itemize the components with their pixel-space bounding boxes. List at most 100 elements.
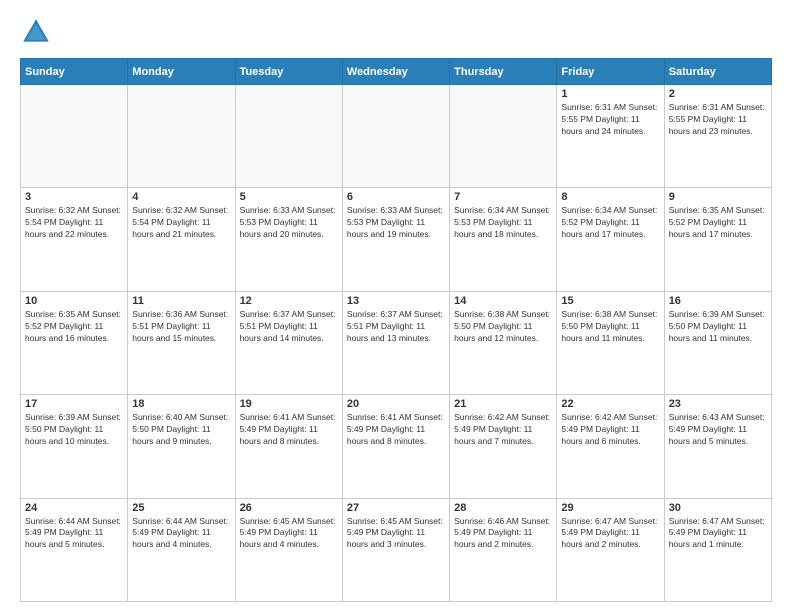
weekday-header-saturday: Saturday: [664, 59, 771, 85]
day-number: 5: [240, 191, 338, 203]
day-info: Sunrise: 6:35 AM Sunset: 5:52 PM Dayligh…: [669, 205, 767, 241]
calendar-cell: 22 Sunrise: 6:42 AM Sunset: 5:49 PM Dayli…: [557, 395, 664, 498]
day-number: 3: [25, 191, 123, 203]
day-number: 9: [669, 191, 767, 203]
day-info: Sunrise: 6:33 AM Sunset: 5:53 PM Dayligh…: [240, 205, 338, 241]
day-number: 17: [25, 398, 123, 410]
day-info: Sunrise: 6:42 AM Sunset: 5:49 PM Dayligh…: [454, 412, 552, 448]
calendar-table: SundayMondayTuesdayWednesdayThursdayFrid…: [20, 58, 772, 602]
day-info: Sunrise: 6:34 AM Sunset: 5:52 PM Dayligh…: [561, 205, 659, 241]
day-info: Sunrise: 6:33 AM Sunset: 5:53 PM Dayligh…: [347, 205, 445, 241]
calendar-cell: 11Sunrise: 6:36 AM Sunset: 5:51 PM Dayli…: [128, 291, 235, 394]
day-info: Sunrise: 6:37 AM Sunset: 5:51 PM Dayligh…: [347, 309, 445, 345]
day-number: 29: [561, 502, 659, 514]
calendar-cell: 14Sunrise: 6:38 AM Sunset: 5:50 PM Dayli…: [450, 291, 557, 394]
day-info: Sunrise: 6:31 AM Sunset: 5:55 PM Dayligh…: [561, 102, 659, 138]
weekday-header-wednesday: Wednesday: [342, 59, 449, 85]
day-number: 12: [240, 295, 338, 307]
calendar-cell: 1 Sunrise: 6:31 AM Sunset: 5:55 PM Daylig…: [557, 85, 664, 188]
page: SundayMondayTuesdayWednesdayThursdayFrid…: [0, 0, 792, 612]
day-info: Sunrise: 6:32 AM Sunset: 5:54 PM Dayligh…: [25, 205, 123, 241]
calendar-cell: 19 Sunrise: 6:41 AM Sunset: 5:49 PM Dayli…: [235, 395, 342, 498]
calendar-cell: 17Sunrise: 6:39 AM Sunset: 5:50 PM Dayli…: [21, 395, 128, 498]
day-number: 25: [132, 502, 230, 514]
day-number: 26: [240, 502, 338, 514]
day-info: Sunrise: 6:42 AM Sunset: 5:49 PM Dayligh…: [561, 412, 659, 448]
day-number: 30: [669, 502, 767, 514]
calendar-cell: [128, 85, 235, 188]
day-number: 15: [561, 295, 659, 307]
calendar-cell: 21 Sunrise: 6:42 AM Sunset: 5:49 PM Dayli…: [450, 395, 557, 498]
day-number: 27: [347, 502, 445, 514]
day-number: 28: [454, 502, 552, 514]
day-number: 18: [132, 398, 230, 410]
day-number: 21: [454, 398, 552, 410]
calendar-cell: 30 Sunrise: 6:47 AM Sunset: 5:49 PM Dayli…: [664, 498, 771, 601]
day-info: Sunrise: 6:36 AM Sunset: 5:51 PM Dayligh…: [132, 309, 230, 345]
weekday-header-tuesday: Tuesday: [235, 59, 342, 85]
day-number: 14: [454, 295, 552, 307]
calendar-cell: 24 Sunrise: 6:44 AM Sunset: 5:49 PM Dayli…: [21, 498, 128, 601]
day-info: Sunrise: 6:39 AM Sunset: 5:50 PM Dayligh…: [669, 309, 767, 345]
calendar-cell: 6 Sunrise: 6:33 AM Sunset: 5:53 PM Daylig…: [342, 188, 449, 291]
day-info: Sunrise: 6:31 AM Sunset: 5:55 PM Dayligh…: [669, 102, 767, 138]
calendar-cell: 3 Sunrise: 6:32 AM Sunset: 5:54 PM Daylig…: [21, 188, 128, 291]
day-number: 22: [561, 398, 659, 410]
day-info: Sunrise: 6:45 AM Sunset: 5:49 PM Dayligh…: [347, 516, 445, 552]
calendar-cell: 9 Sunrise: 6:35 AM Sunset: 5:52 PM Daylig…: [664, 188, 771, 291]
calendar-week-3: 17Sunrise: 6:39 AM Sunset: 5:50 PM Dayli…: [21, 395, 772, 498]
day-number: 24: [25, 502, 123, 514]
weekday-header-row: SundayMondayTuesdayWednesdayThursdayFrid…: [21, 59, 772, 85]
day-info: Sunrise: 6:44 AM Sunset: 5:49 PM Dayligh…: [25, 516, 123, 552]
day-info: Sunrise: 6:41 AM Sunset: 5:49 PM Dayligh…: [240, 412, 338, 448]
calendar-cell: 28Sunrise: 6:46 AM Sunset: 5:49 PM Dayli…: [450, 498, 557, 601]
calendar-cell: 10 Sunrise: 6:35 AM Sunset: 5:52 PM Dayli…: [21, 291, 128, 394]
calendar-cell: 26 Sunrise: 6:45 AM Sunset: 5:49 PM Dayli…: [235, 498, 342, 601]
day-number: 16: [669, 295, 767, 307]
weekday-header-monday: Monday: [128, 59, 235, 85]
day-info: Sunrise: 6:34 AM Sunset: 5:53 PM Dayligh…: [454, 205, 552, 241]
day-info: Sunrise: 6:40 AM Sunset: 5:50 PM Dayligh…: [132, 412, 230, 448]
day-number: 4: [132, 191, 230, 203]
calendar-cell: 2 Sunrise: 6:31 AM Sunset: 5:55 PM Daylig…: [664, 85, 771, 188]
calendar-cell: 20Sunrise: 6:41 AM Sunset: 5:49 PM Dayli…: [342, 395, 449, 498]
day-info: Sunrise: 6:47 AM Sunset: 5:49 PM Dayligh…: [669, 516, 767, 552]
calendar-cell: 8 Sunrise: 6:34 AM Sunset: 5:52 PM Daylig…: [557, 188, 664, 291]
calendar-week-0: 1 Sunrise: 6:31 AM Sunset: 5:55 PM Daylig…: [21, 85, 772, 188]
day-info: Sunrise: 6:41 AM Sunset: 5:49 PM Dayligh…: [347, 412, 445, 448]
weekday-header-friday: Friday: [557, 59, 664, 85]
day-number: 7: [454, 191, 552, 203]
day-info: Sunrise: 6:32 AM Sunset: 5:54 PM Dayligh…: [132, 205, 230, 241]
calendar-cell: 12Sunrise: 6:37 AM Sunset: 5:51 PM Dayli…: [235, 291, 342, 394]
calendar-week-1: 3 Sunrise: 6:32 AM Sunset: 5:54 PM Daylig…: [21, 188, 772, 291]
calendar-cell: [450, 85, 557, 188]
logo-icon: [20, 16, 52, 48]
calendar-cell: 4 Sunrise: 6:32 AM Sunset: 5:54 PM Daylig…: [128, 188, 235, 291]
calendar-cell: 5 Sunrise: 6:33 AM Sunset: 5:53 PM Daylig…: [235, 188, 342, 291]
calendar-cell: 18 Sunrise: 6:40 AM Sunset: 5:50 PM Dayli…: [128, 395, 235, 498]
calendar-cell: 15Sunrise: 6:38 AM Sunset: 5:50 PM Dayli…: [557, 291, 664, 394]
day-number: 10: [25, 295, 123, 307]
day-number: 1: [561, 88, 659, 100]
day-info: Sunrise: 6:35 AM Sunset: 5:52 PM Dayligh…: [25, 309, 123, 345]
day-number: 13: [347, 295, 445, 307]
day-number: 6: [347, 191, 445, 203]
day-info: Sunrise: 6:45 AM Sunset: 5:49 PM Dayligh…: [240, 516, 338, 552]
day-info: Sunrise: 6:43 AM Sunset: 5:49 PM Dayligh…: [669, 412, 767, 448]
calendar-cell: 29 Sunrise: 6:47 AM Sunset: 5:49 PM Dayli…: [557, 498, 664, 601]
calendar-cell: 25Sunrise: 6:44 AM Sunset: 5:49 PM Dayli…: [128, 498, 235, 601]
logo: [20, 16, 58, 48]
day-number: 2: [669, 88, 767, 100]
calendar-cell: 16 Sunrise: 6:39 AM Sunset: 5:50 PM Dayli…: [664, 291, 771, 394]
day-number: 23: [669, 398, 767, 410]
calendar-week-2: 10 Sunrise: 6:35 AM Sunset: 5:52 PM Dayli…: [21, 291, 772, 394]
day-number: 8: [561, 191, 659, 203]
header: [20, 16, 772, 48]
calendar-week-4: 24 Sunrise: 6:44 AM Sunset: 5:49 PM Dayli…: [21, 498, 772, 601]
calendar-cell: [235, 85, 342, 188]
day-number: 19: [240, 398, 338, 410]
calendar-cell: 27 Sunrise: 6:45 AM Sunset: 5:49 PM Dayli…: [342, 498, 449, 601]
calendar-cell: 13 Sunrise: 6:37 AM Sunset: 5:51 PM Dayli…: [342, 291, 449, 394]
calendar-cell: [21, 85, 128, 188]
day-info: Sunrise: 6:47 AM Sunset: 5:49 PM Dayligh…: [561, 516, 659, 552]
